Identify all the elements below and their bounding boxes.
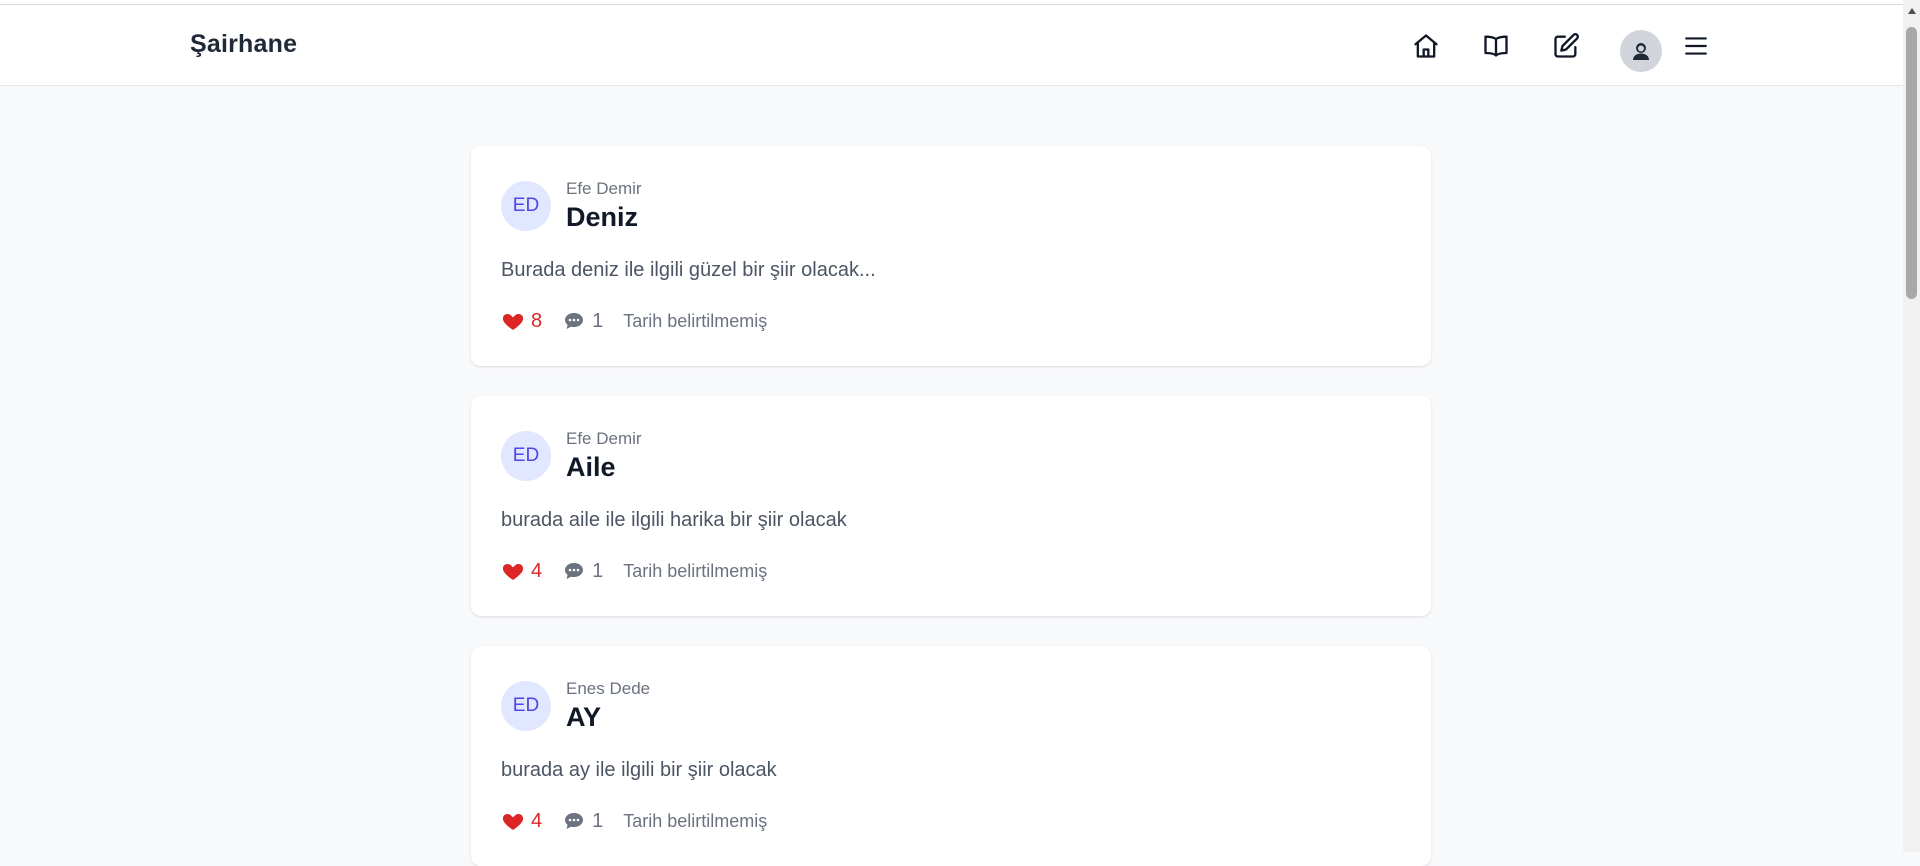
edit-icon[interactable] [1550,30,1582,62]
home-icon[interactable] [1410,30,1442,62]
poem-date: Tarih belirtilmemiş [623,310,768,331]
user-avatar-icon [1633,43,1649,60]
like-button[interactable]: 4 [501,809,542,833]
comment-button[interactable]: 1 [562,809,603,833]
like-button[interactable]: 8 [501,309,542,333]
poem-meta: 4 1 Tarih belirtilmemiş [501,808,767,834]
poem-meta: 4 1 Tarih belirtilmemiş [501,558,767,584]
like-count: 8 [531,309,543,332]
scrollbar-thumb[interactable] [1906,27,1917,299]
poem-title[interactable]: AY [566,702,601,733]
author-name[interactable]: Efe Demir [566,179,642,199]
poem-title[interactable]: Aile [566,452,616,483]
heart-icon [502,314,524,330]
comment-icon [565,813,584,829]
comment-count: 1 [592,559,604,582]
user-avatar-button[interactable] [1620,30,1662,72]
scroll-up-arrow-icon[interactable] [1903,4,1920,18]
like-button[interactable]: 4 [501,559,542,583]
page-scrollbar[interactable] [1903,0,1920,852]
poem-excerpt: Burada deniz ile ilgili güzel bir şiir o… [501,259,876,281]
poem-card[interactable]: ED Efe Demir Aile burada aile ile ilgili… [471,396,1431,616]
poem-card[interactable]: ED Efe Demir Deniz Burada deniz ile ilgi… [471,146,1431,366]
site-header: Şairhane [0,5,1903,86]
brand-logo[interactable]: Şairhane [190,30,297,59]
poem-title[interactable]: Deniz [566,202,638,233]
heart-icon [502,564,524,580]
comment-count: 1 [592,309,604,332]
author-name[interactable]: Efe Demir [566,429,642,449]
comment-icon [565,313,584,329]
author-avatar: ED [501,681,551,731]
comment-count: 1 [592,809,604,832]
author-avatar: ED [501,181,551,231]
hamburger-menu-icon[interactable] [1680,30,1712,62]
comment-button[interactable]: 1 [562,309,603,333]
heart-icon [502,814,524,830]
poem-meta: 8 1 Tarih belirtilmemiş [501,308,767,334]
author-avatar: ED [501,431,551,481]
poem-date: Tarih belirtilmemiş [623,560,768,581]
poem-date: Tarih belirtilmemiş [623,810,768,831]
comment-button[interactable]: 1 [562,559,603,583]
author-name[interactable]: Enes Dede [566,679,650,699]
poem-card[interactable]: ED Enes Dede AY burada ay ile ilgili bir… [471,646,1431,866]
like-count: 4 [531,809,543,832]
poem-excerpt: burada aile ile ilgili harika bir şiir o… [501,509,847,531]
book-icon[interactable] [1480,30,1512,62]
like-count: 4 [531,559,543,582]
comment-icon [565,563,584,579]
poem-excerpt: burada ay ile ilgili bir şiir olacak [501,759,777,781]
